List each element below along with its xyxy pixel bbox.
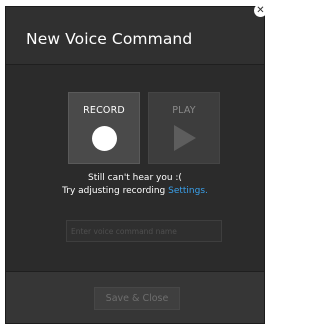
record-button[interactable]: RECORD [68,92,140,164]
status-message: Still can't hear you :( [88,173,182,183]
play-icon [174,125,196,151]
record-label: RECORD [83,105,125,116]
status-hint-text: Try adjusting recording [62,186,169,196]
dialog-header: New Voice Command [6,7,264,65]
play-button[interactable]: PLAY [148,92,220,164]
save-close-button[interactable]: Save & Close [94,287,180,310]
status-hint: Try adjusting recording Settings. [6,186,264,196]
close-icon[interactable]: ✕ [254,4,267,17]
voice-command-dialog: New Voice Command ✕ RECORD PLAY Still ca… [5,4,267,324]
dialog-title: New Voice Command [26,30,193,48]
dialog-body: RECORD PLAY Still can't hear you :( Try … [6,65,264,271]
settings-link[interactable]: Settings. [168,186,208,196]
play-label: PLAY [172,105,196,116]
record-dot-icon [92,126,117,151]
voice-command-name-input[interactable] [66,220,222,242]
dialog-footer: Save & Close [6,271,264,323]
